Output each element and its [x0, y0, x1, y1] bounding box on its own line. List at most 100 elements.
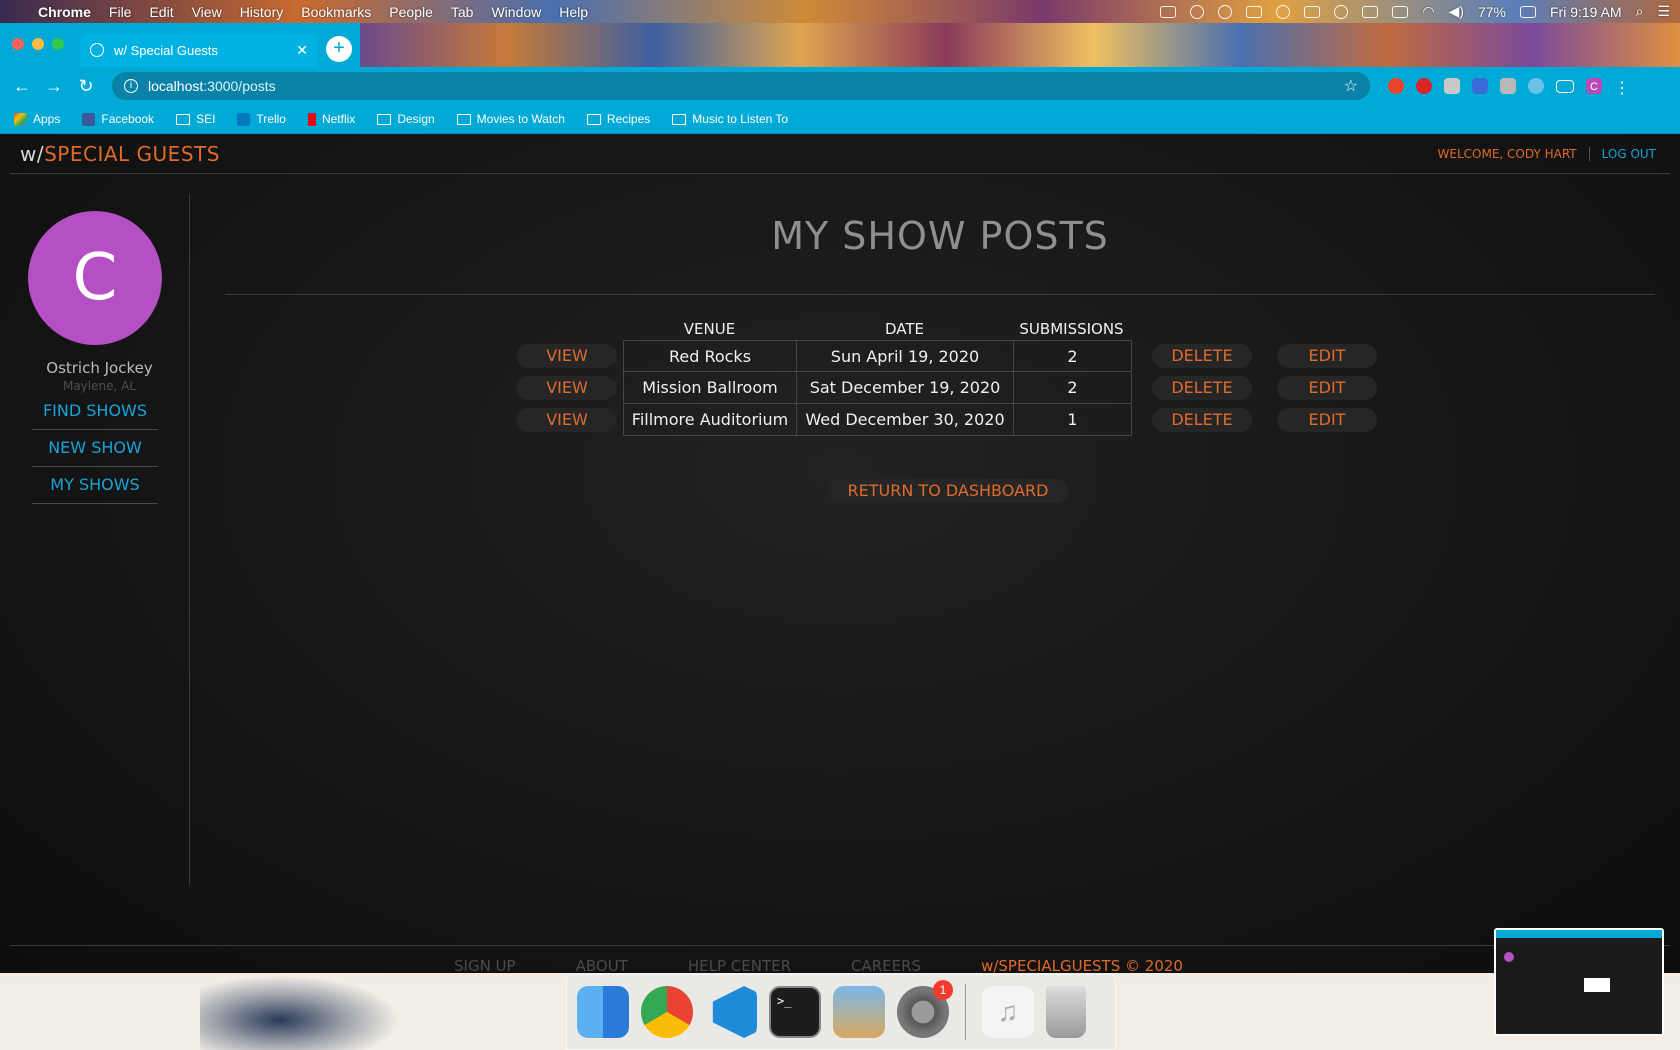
- system-preferences-icon[interactable]: 1: [897, 980, 953, 1038]
- delete-button[interactable]: DELETE: [1152, 376, 1252, 400]
- close-window-button[interactable]: [12, 38, 24, 50]
- sidebar-item-new-show[interactable]: NEW SHOW: [32, 430, 158, 467]
- time-machine-icon[interactable]: [1334, 4, 1349, 19]
- spotlight-search-icon[interactable]: ⌕: [1636, 3, 1644, 20]
- date-cell: Sat December 19, 2020: [797, 372, 1014, 403]
- menu-file[interactable]: File: [109, 4, 132, 20]
- return-to-dashboard-button[interactable]: RETURN TO DASHBOARD: [828, 479, 1068, 503]
- menu-bookmarks[interactable]: Bookmarks: [301, 4, 371, 20]
- user-location: Maylene, AL: [62, 379, 137, 393]
- music-file-icon[interactable]: ♫: [982, 986, 1034, 1038]
- airplay-icon[interactable]: [1304, 5, 1321, 18]
- chrome-window: w/ Special Guests ✕ + ← → ↻ i localhost …: [0, 23, 1680, 973]
- extension-icon[interactable]: [1472, 78, 1488, 94]
- column-header-venue: VENUE: [683, 320, 736, 338]
- volume-icon[interactable]: ◀): [1449, 3, 1464, 20]
- bookmark-label: Recipes: [606, 112, 651, 126]
- bookmark-apps[interactable]: Apps: [14, 112, 60, 126]
- chrome-icon[interactable]: [641, 986, 693, 1038]
- desktop-wallpaper: [200, 975, 400, 1050]
- menu-view[interactable]: View: [192, 4, 222, 20]
- footer-link-help-center[interactable]: HELP CENTER: [688, 957, 791, 973]
- terminal-icon[interactable]: >_: [769, 986, 821, 1038]
- delete-button[interactable]: DELETE: [1152, 344, 1252, 368]
- edit-button[interactable]: EDIT: [1277, 376, 1377, 400]
- edit-button[interactable]: EDIT: [1277, 408, 1377, 432]
- info-icon[interactable]: i: [124, 79, 138, 93]
- footer-link-about[interactable]: ABOUT: [576, 957, 628, 973]
- edit-button[interactable]: EDIT: [1277, 344, 1377, 368]
- extension-icon[interactable]: [1444, 78, 1460, 94]
- bookmark-movies[interactable]: Movies to Watch: [456, 112, 565, 126]
- wifi-icon[interactable]: ◠: [1422, 3, 1434, 20]
- site-logo[interactable]: w/SPECIAL GUESTS: [20, 142, 220, 166]
- dollar-icon[interactable]: [1218, 4, 1233, 19]
- logout-link[interactable]: LOG OUT: [1602, 147, 1656, 161]
- bookmark-netflix[interactable]: Netflix: [307, 112, 355, 126]
- adblock-icon[interactable]: [1416, 78, 1432, 94]
- glasses-icon[interactable]: [1160, 5, 1177, 18]
- sidebar-item-find-shows[interactable]: FIND SHOWS: [32, 393, 158, 430]
- vscode-icon[interactable]: [712, 986, 757, 1038]
- copyright: w/SPECIALGUESTS © 2020: [981, 957, 1183, 973]
- delete-button[interactable]: DELETE: [1152, 408, 1252, 432]
- menu-edit[interactable]: Edit: [149, 4, 173, 20]
- notification-center-icon[interactable]: ☰: [1657, 3, 1670, 20]
- forward-icon[interactable]: →: [42, 76, 66, 97]
- bookmark-sei[interactable]: SEI: [176, 112, 215, 126]
- zoom-window-button[interactable]: [52, 38, 64, 50]
- extension-icon[interactable]: [1500, 78, 1516, 94]
- stumbleupon-icon[interactable]: [1388, 78, 1404, 94]
- menu-people[interactable]: People: [389, 4, 433, 20]
- view-button[interactable]: VIEW: [517, 408, 617, 432]
- window-controls: [12, 38, 64, 50]
- preview-icon[interactable]: [833, 986, 885, 1038]
- bluetooth-icon[interactable]: [1362, 5, 1379, 18]
- bookmark-label: Facebook: [101, 112, 155, 126]
- dock-separator: [965, 984, 966, 1040]
- globe-icon: [90, 43, 104, 57]
- menu-window[interactable]: Window: [491, 4, 541, 20]
- venue-cell: Mission Ballroom: [624, 372, 797, 403]
- creative-cloud-icon[interactable]: [1190, 4, 1205, 19]
- close-tab-icon[interactable]: ✕: [296, 42, 308, 59]
- address-bar[interactable]: i localhost :3000/posts ☆: [112, 72, 1370, 100]
- footer-link-sign-up[interactable]: SIGN UP: [454, 957, 516, 973]
- notification-badge: 1: [933, 980, 953, 1000]
- menu-history[interactable]: History: [240, 4, 284, 20]
- menu-kebab-icon[interactable]: ⋮: [1614, 78, 1630, 97]
- menu-help[interactable]: Help: [559, 4, 588, 20]
- bookmark-recipes[interactable]: Recipes: [586, 112, 651, 126]
- back-icon[interactable]: ←: [10, 76, 34, 97]
- cast-icon[interactable]: [1556, 79, 1574, 93]
- screenshot-preview-thumbnail[interactable]: [1494, 928, 1664, 1036]
- menu-tab[interactable]: Tab: [451, 4, 474, 20]
- bookmark-star-icon[interactable]: ☆: [1344, 76, 1358, 96]
- bookmark-facebook[interactable]: Facebook: [82, 112, 154, 126]
- battery-icon[interactable]: [1520, 5, 1536, 18]
- clock[interactable]: Fri 9:19 AM: [1550, 4, 1622, 20]
- brand-name: SPECIAL GUESTS: [44, 141, 220, 166]
- bookmark-trello[interactable]: Trello: [237, 112, 286, 126]
- trash-icon[interactable]: [1046, 986, 1086, 1038]
- view-button[interactable]: VIEW: [517, 344, 617, 368]
- profile-avatar[interactable]: C: [1586, 78, 1602, 94]
- minimize-window-button[interactable]: [32, 38, 44, 50]
- new-tab-button[interactable]: +: [326, 36, 352, 62]
- menu-app-name[interactable]: Chrome: [38, 4, 91, 20]
- web-page: w/SPECIAL GUESTS WELCOME, CODY HART LOG …: [0, 134, 1680, 973]
- circle-icon[interactable]: [1276, 4, 1291, 19]
- keyboard-icon[interactable]: [1392, 5, 1409, 18]
- sidebar-item-my-shows[interactable]: MY SHOWS: [32, 467, 158, 504]
- bookmark-label: Trello: [256, 112, 286, 126]
- finder-icon[interactable]: [577, 986, 629, 1038]
- view-button[interactable]: VIEW: [517, 376, 617, 400]
- footer-link-careers[interactable]: CAREERS: [851, 957, 921, 973]
- dropbox-icon[interactable]: [1246, 5, 1263, 18]
- bookmark-design[interactable]: Design: [377, 112, 435, 126]
- menubar-status-area: ◠ ◀) 77% Fri 9:19 AM ⌕ ☰: [1160, 3, 1670, 20]
- reload-icon[interactable]: ↻: [74, 76, 98, 97]
- browser-tab[interactable]: w/ Special Guests ✕: [80, 33, 318, 67]
- extension-icon[interactable]: [1528, 78, 1544, 94]
- bookmark-music[interactable]: Music to Listen To: [672, 112, 788, 126]
